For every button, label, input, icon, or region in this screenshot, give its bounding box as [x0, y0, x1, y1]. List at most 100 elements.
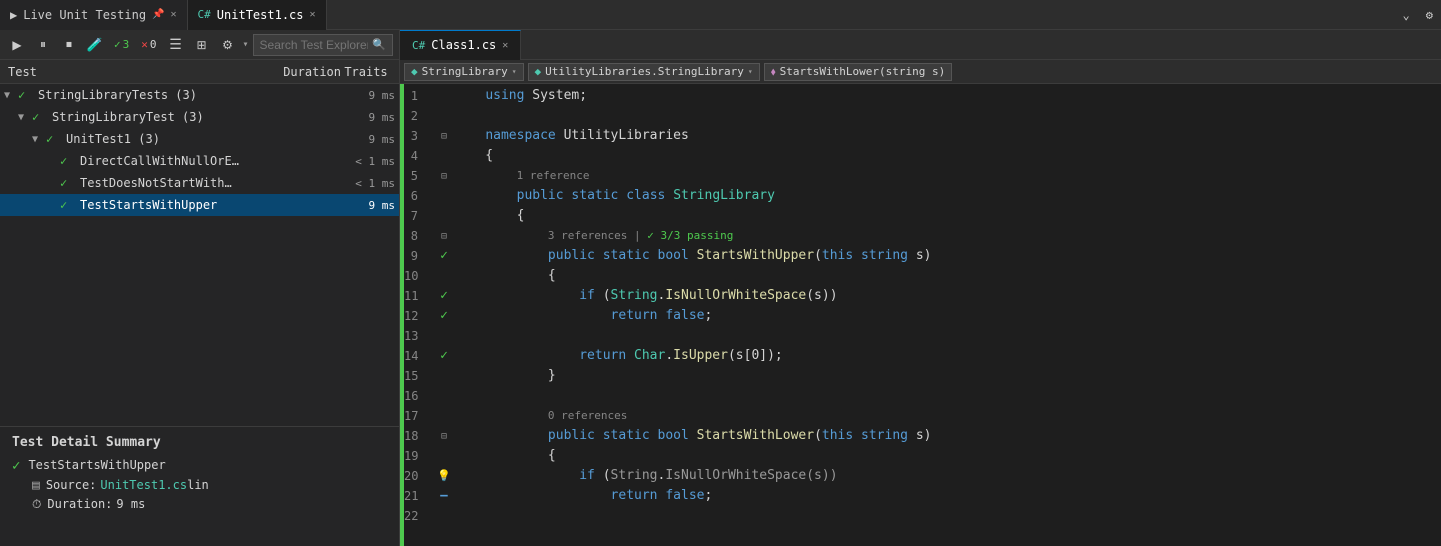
line-num-2: 2 — [404, 106, 434, 126]
line-num-9: 9 — [404, 246, 434, 266]
tab-live-close[interactable]: ✕ — [171, 9, 177, 20]
item-name-1: StringLibraryTest (3) — [52, 110, 315, 124]
collapse-icon-3[interactable]: ⊟ — [441, 131, 447, 142]
sort-button[interactable]: ⊞ — [191, 34, 213, 56]
code-line-11: 11 ✓ if (String.IsNullOrWhiteSpace(s)) — [404, 286, 1441, 306]
detail-source-link[interactable]: UnitTest1.cs — [100, 478, 187, 492]
collapse-icon-8[interactable]: ⊟ — [441, 231, 447, 242]
gutter-8[interactable]: ⊟ — [434, 226, 454, 247]
gutter-18[interactable]: ⊟ — [434, 426, 454, 447]
gutter-11: ✓ — [434, 286, 454, 306]
nav-method-dropdown[interactable]: ⬧ StartsWithLower(string s) — [764, 63, 953, 81]
gutter-20[interactable]: 💡 — [434, 466, 454, 486]
line-num-21: 21 — [404, 486, 434, 506]
line-num-19: 19 — [404, 446, 434, 466]
nav-class-chevron: ▾ — [512, 67, 517, 76]
code-scroll-area[interactable]: 1 using System; 2 3 ⊟ nam — [404, 84, 1441, 546]
play-button[interactable]: ▶ — [6, 34, 28, 56]
pass-counter[interactable]: ✓ 3 — [110, 37, 133, 52]
code-line-2: 2 — [404, 106, 1441, 126]
tab-unittest[interactable]: C# UnitTest1.cs ✕ — [188, 0, 327, 30]
line-code-17: 0 references — [454, 406, 627, 426]
search-icon: 🔍 — [372, 38, 386, 51]
expand-icon-2: ▼ — [32, 134, 46, 145]
code-line-1: 1 using System; — [404, 86, 1441, 106]
collapse-icon-5[interactable]: ⊟ — [441, 171, 447, 182]
col-traits-header: Traits — [341, 65, 391, 79]
top-tab-bar: ▶ Live Unit Testing 📌 ✕ C# UnitTest1.cs … — [0, 0, 1441, 30]
code-line-4: 4 { — [404, 146, 1441, 166]
pause-button[interactable]: ⏸ — [32, 34, 54, 56]
tree-item-unittest1[interactable]: ▼ ✓ UnitTest1 (3) 9 ms — [0, 128, 399, 150]
minus-icon-21: − — [440, 488, 448, 504]
bulb-icon-20[interactable]: 💡 — [437, 469, 451, 482]
gear-icon[interactable]: ⚙ — [1418, 8, 1441, 22]
tree-item-string-library-tests[interactable]: ▼ ✓ StringLibraryTests (3) 9 ms — [0, 84, 399, 106]
pass-icon-2: ✓ — [46, 132, 62, 146]
stop-button[interactable]: ⏹ — [58, 34, 80, 56]
line-code-6: public static class StringLibrary — [454, 186, 775, 206]
code-line-16: 16 — [404, 386, 1441, 406]
code-line-21: 21 − return false; — [404, 486, 1441, 506]
group-by-button[interactable]: ☰ — [165, 34, 187, 56]
line-code-14: return Char.IsUpper(s[0]); — [454, 346, 783, 366]
code-line-10: 10 { — [404, 266, 1441, 286]
line-code-7: { — [454, 206, 524, 226]
pass-icon-5: ✓ — [60, 198, 76, 212]
collapse-icon-18[interactable]: ⊟ — [441, 431, 447, 442]
settings-button[interactable]: ⚙ — [217, 34, 239, 56]
detail-doc-icon: ▤ — [32, 478, 40, 493]
tree-item-starts-with-upper[interactable]: ▶ ✓ TestStartsWithUpper 9 ms — [0, 194, 399, 216]
col-test-header: Test — [8, 65, 261, 79]
pass-icon-1: ✓ — [32, 110, 48, 124]
cs-icon-editor: C# — [412, 39, 425, 52]
line-code-12: return false; — [454, 306, 712, 326]
nav-bar: ◆ StringLibrary ▾ ◆ UtilityLibraries.Str… — [400, 60, 1441, 84]
dropdown-icon[interactable]: ⌄ — [1395, 8, 1418, 22]
detail-duration-value: 9 ms — [116, 497, 145, 511]
line-num-6: 6 — [404, 186, 434, 206]
tab-live-unit-testing[interactable]: ▶ Live Unit Testing 📌 ✕ — [0, 0, 188, 30]
tab-unittest-close[interactable]: ✕ — [310, 9, 316, 20]
item-name-0: StringLibraryTests (3) — [38, 88, 315, 102]
item-duration-1: 9 ms — [315, 111, 395, 124]
detail-source-row: ▤ Source: UnitTest1.cs lin — [12, 478, 387, 493]
editor-tab-class1[interactable]: C# Class1.cs ✕ — [400, 30, 521, 60]
gutter-21: − — [434, 486, 454, 507]
tree-item-string-library-test[interactable]: ▼ ✓ StringLibraryTest (3) 9 ms — [0, 106, 399, 128]
nav-namespace-label: UtilityLibraries.StringLibrary — [545, 65, 744, 78]
flask-button[interactable]: 🧪 — [84, 34, 106, 56]
tab-unittest-label: UnitTest1.cs — [217, 8, 304, 22]
item-duration-5: 9 ms — [315, 199, 395, 212]
line-code-3: namespace UtilityLibraries — [454, 126, 689, 146]
fail-x-icon: ✕ — [141, 38, 148, 51]
tree-item-direct-call[interactable]: ▶ ✓ DirectCallWithNullOrE… < 1 ms — [0, 150, 399, 172]
col-duration-header: Duration — [261, 65, 341, 79]
line-code-8: 3 references | ✓ 3/3 passing — [454, 226, 733, 246]
code-line-3: 3 ⊟ namespace UtilityLibraries — [404, 126, 1441, 146]
fail-counter[interactable]: ✕ 0 — [137, 37, 160, 52]
line-code-1: using System; — [454, 86, 587, 106]
line-num-12: 12 — [404, 306, 434, 326]
nav-class-icon: ◆ — [411, 65, 418, 78]
gutter-14: ✓ — [434, 346, 454, 366]
nav-namespace-dropdown[interactable]: ◆ UtilityLibraries.StringLibrary ▾ — [528, 63, 760, 81]
gutter-3[interactable]: ⊟ — [434, 126, 454, 147]
line-code-4: { — [454, 146, 493, 166]
settings-dropdown-icon[interactable]: ▾ — [243, 39, 249, 50]
code-line-15: 15 } — [404, 366, 1441, 386]
line-num-7: 7 — [404, 206, 434, 226]
search-box[interactable]: 🔍 — [253, 34, 393, 56]
tree-item-does-not-start[interactable]: ▶ ✓ TestDoesNotStartWith… < 1 ms — [0, 172, 399, 194]
item-duration-0: 9 ms — [315, 89, 395, 102]
expand-icon-1: ▼ — [18, 112, 32, 123]
line-code-5: 1 reference — [454, 166, 589, 186]
search-input[interactable] — [260, 38, 369, 52]
tab-live-label: Live Unit Testing — [23, 8, 146, 22]
gutter-5[interactable]: ⊟ — [434, 166, 454, 187]
code-line-5: 5 ⊟ 1 reference — [404, 166, 1441, 186]
nav-class-dropdown[interactable]: ◆ StringLibrary ▾ — [404, 63, 524, 81]
line-num-18: 18 — [404, 426, 434, 446]
pin-icon: 📌 — [152, 9, 164, 20]
line-num-11: 11 — [404, 286, 434, 306]
